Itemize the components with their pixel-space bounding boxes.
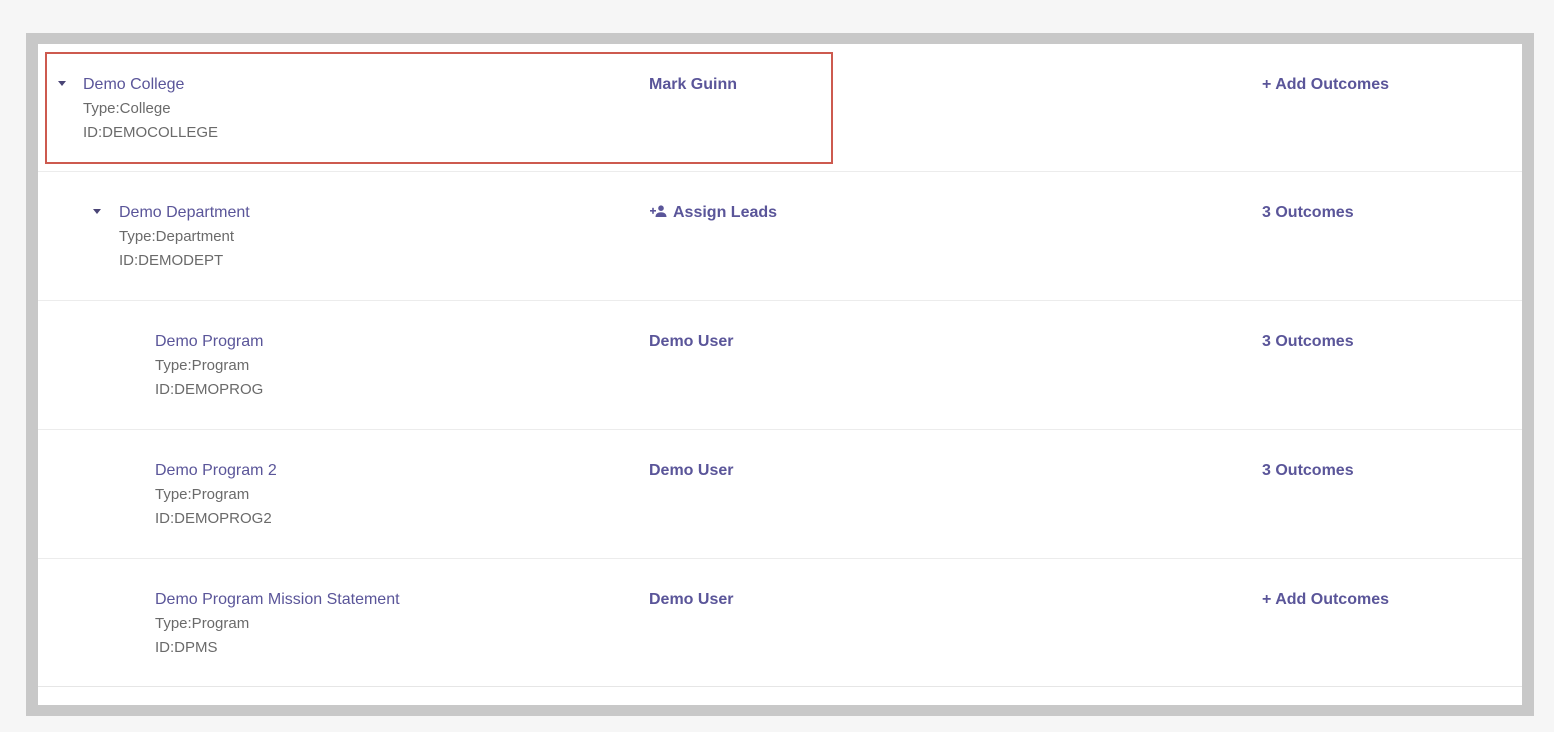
list-item-demo-department: Demo Department Type:Department ID:DEMOD… xyxy=(38,172,1522,301)
list-item-demo-program-2: Demo Program 2 Type:Program ID:DEMOPROG2… xyxy=(38,430,1522,559)
caret-down-icon[interactable] xyxy=(93,209,101,214)
item-name[interactable]: Demo Department xyxy=(119,201,250,225)
lead-name[interactable]: Demo User xyxy=(649,459,733,483)
add-outcomes-link[interactable]: + Add Outcomes xyxy=(1262,588,1389,612)
item-id: ID:DEMOPROG2 xyxy=(155,510,272,527)
list-item-demo-program-mission-statement: Demo Program Mission Statement Type:Prog… xyxy=(38,559,1522,687)
item-type: Type:Department xyxy=(119,228,235,245)
caret-down-icon[interactable] xyxy=(58,81,66,86)
item-id: ID:DEMOPROG xyxy=(155,381,264,398)
screenshot-frame: Demo College Type:College ID:DEMOCOLLEGE… xyxy=(26,33,1534,716)
list-item-demo-program: Demo Program Type:Program ID:DEMOPROG De… xyxy=(38,301,1522,430)
item-type: Type:Program xyxy=(155,486,250,503)
item-type: Type:Program xyxy=(155,357,250,374)
assign-leads-button[interactable]: Assign Leads xyxy=(649,201,777,225)
item-type: Type:College xyxy=(83,100,171,117)
org-hierarchy-list: Demo College Type:College ID:DEMOCOLLEGE… xyxy=(38,44,1522,705)
item-name[interactable]: Demo Program Mission Statement xyxy=(155,588,400,612)
lead-name[interactable]: Mark Guinn xyxy=(649,73,737,97)
outcomes-link[interactable]: 3 Outcomes xyxy=(1262,330,1354,354)
item-id: ID:DPMS xyxy=(155,639,218,656)
item-id: ID:DEMOCOLLEGE xyxy=(83,124,219,141)
add-user-icon xyxy=(649,202,667,217)
lead-name[interactable]: Demo User xyxy=(649,330,733,354)
list-item-demo-college: Demo College Type:College ID:DEMOCOLLEGE… xyxy=(38,44,1522,172)
outcomes-link[interactable]: 3 Outcomes xyxy=(1262,459,1354,483)
item-name[interactable]: Demo College xyxy=(83,73,184,97)
item-type: Type:Program xyxy=(155,615,250,632)
item-name[interactable]: Demo Program 2 xyxy=(155,459,277,483)
lead-name[interactable]: Demo User xyxy=(649,588,733,612)
item-id: ID:DEMODEPT xyxy=(119,252,224,269)
assign-leads-label: Assign Leads xyxy=(673,204,778,221)
add-outcomes-link[interactable]: + Add Outcomes xyxy=(1262,73,1389,97)
outcomes-link[interactable]: 3 Outcomes xyxy=(1262,201,1354,225)
item-name[interactable]: Demo Program xyxy=(155,330,263,354)
